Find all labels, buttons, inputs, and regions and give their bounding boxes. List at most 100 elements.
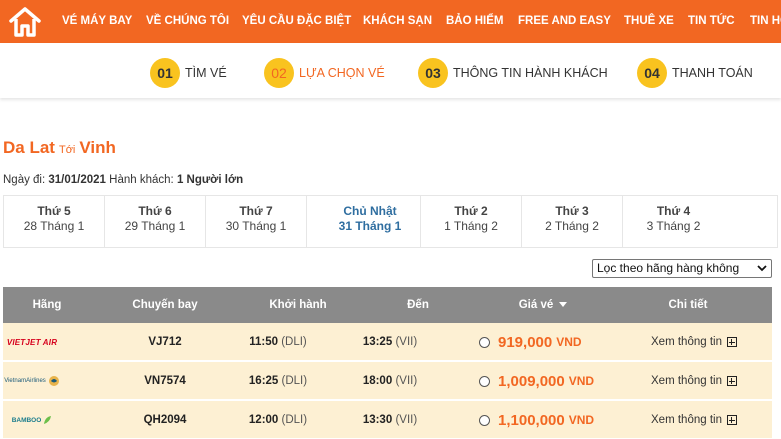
nav-item-news[interactable]: TIN TỨC	[688, 0, 735, 43]
step-number: 02	[264, 58, 294, 88]
view-details-link[interactable]: Xem thông tin	[639, 362, 749, 400]
departure-hour: 11:50	[249, 336, 278, 348]
fare-currency: VND	[556, 335, 582, 349]
nav-item-car-rental[interactable]: THUÊ XE	[624, 0, 674, 43]
airline-logo-text: VietnamAirlines	[4, 378, 46, 384]
date-option[interactable]: Thứ 4 3 Tháng 2	[623, 196, 724, 247]
route-origin: Da Lat	[3, 138, 55, 157]
nav-item-flights[interactable]: VÉ MÁY BAY	[62, 0, 132, 43]
step-number: 04	[637, 58, 667, 88]
fare-price: 1,009,000	[498, 372, 565, 390]
table-row[interactable]: VIETJET AIR VJ712 11:50 (DLI) 13:25 (VII…	[3, 323, 772, 361]
departure-hour: 12:00	[248, 414, 279, 426]
expand-plus-icon	[726, 337, 737, 347]
step-number: 03	[418, 58, 448, 88]
select-fare-radio[interactable]	[479, 414, 490, 426]
price-cell: 1,009,000 VND	[471, 362, 611, 400]
departure-hour: 16:25	[248, 375, 279, 387]
date-date: 30 Tháng 1	[225, 219, 287, 233]
step-label: THÔNG TIN HÀNH KHÁCH	[453, 66, 608, 80]
airline-logo: VIETJET AIR	[3, 323, 61, 361]
arrival-code: (VII)	[395, 336, 418, 348]
departure-date: 31/01/2021	[48, 174, 106, 186]
departure-date-label: Ngày đi:	[3, 174, 46, 186]
nav-item-about[interactable]: VỀ CHÚNG TÔI	[146, 0, 229, 43]
date-option[interactable]: Thứ 5 28 Tháng 1	[4, 196, 105, 247]
date-selector: Thứ 5 28 Tháng 1 Thứ 6 29 Tháng 1 Thứ 7 …	[3, 195, 778, 248]
home-icon	[9, 6, 41, 37]
date-day: Thứ 4	[656, 204, 691, 218]
price-cell: 919,000 VND	[471, 323, 611, 361]
route-title: Da Lat Tới Vinh	[3, 138, 116, 158]
date-option[interactable]: Thứ 6 29 Tháng 1	[105, 196, 206, 247]
view-details-link[interactable]: Xem thông tin	[639, 401, 749, 439]
date-day: Thứ 5	[37, 204, 71, 218]
departure-time: 11:50 (DLI)	[235, 323, 321, 361]
airline-filter-select[interactable]: Lọc theo hãng hàng không	[592, 259, 772, 278]
fare-currency: VND	[568, 374, 595, 388]
date-day: Thứ 3	[555, 204, 589, 218]
top-nav: VÉ MÁY BAY VỀ CHÚNG TÔI YÊU CẦU ĐẶC BIỆT…	[0, 0, 781, 43]
header-arrival: Đến	[407, 299, 429, 311]
route-destination: Vinh	[79, 138, 116, 157]
step-payment: 04 THANH TOÁN	[637, 58, 753, 88]
view-details-link[interactable]: Xem thông tin	[639, 323, 749, 361]
view-details-label: Xem thông tin	[651, 414, 722, 426]
nav-item-insurance[interactable]: BẢO HIỂM	[446, 0, 504, 43]
home-button[interactable]	[0, 0, 50, 43]
arrival-hour: 18:00	[362, 375, 393, 387]
step-label: THANH TOÁN	[672, 66, 753, 80]
header-details: Chi tiết	[668, 299, 708, 311]
step-label: TÌM VÉ	[185, 66, 227, 80]
date-option[interactable]: Thứ 2 1 Tháng 2	[421, 196, 522, 247]
select-fare-radio[interactable]	[479, 375, 490, 387]
table-row[interactable]: VietnamAirlines VN7574 16:25 (DLI) 18:00…	[3, 362, 772, 400]
header-price[interactable]: Giá vé	[489, 287, 597, 323]
date-day: Thứ 7	[239, 204, 273, 218]
date-date: 3 Tháng 2	[646, 219, 701, 233]
nav-item-free-and-easy[interactable]: FREE AND EASY	[518, 0, 611, 43]
results-table-header: Hãng Chuyến bay Khởi hành Đến Giá vé Chi…	[3, 287, 772, 323]
date-date: 28 Tháng 1	[23, 219, 85, 233]
step-passenger-info: 03 THÔNG TIN HÀNH KHÁCH	[418, 58, 608, 88]
date-day: Thứ 6	[138, 204, 172, 218]
date-date: 29 Tháng 1	[124, 219, 186, 233]
arrival-hour: 13:25	[362, 336, 393, 348]
step-number: 01	[150, 58, 180, 88]
arrival-code: (VII)	[395, 414, 418, 426]
table-row[interactable]: BAMBOO QH2094 12:00 (DLI) 13:30 (VII) 1,…	[3, 401, 772, 439]
view-details-label: Xem thông tin	[651, 336, 722, 348]
date-option-selected[interactable]: Chủ Nhật 31 Tháng 1	[320, 196, 421, 247]
arrival-time: 13:30 (VII)	[347, 401, 433, 439]
date-date: 31 Tháng 1	[338, 219, 402, 233]
header-airline: Hãng	[32, 299, 62, 311]
lotus-logo-icon	[48, 376, 59, 386]
date-date: 1 Tháng 2	[444, 219, 498, 233]
airline-logo: VietnamAirlines	[3, 362, 61, 400]
price-cell: 1,100,000 VND	[471, 401, 611, 439]
arrival-time: 13:25 (VII)	[347, 323, 433, 361]
booking-steps: 01 TÌM VÉ 02 LỰA CHỌN VÉ 03 THÔNG TIN HÀ…	[0, 43, 781, 98]
sort-desc-icon	[559, 302, 568, 308]
date-option[interactable]: Thứ 7 30 Tháng 1	[206, 196, 307, 247]
flight-number: QH2094	[143, 414, 187, 426]
departure-code: (DLI)	[281, 375, 308, 387]
departure-time: 12:00 (DLI)	[235, 401, 321, 439]
select-fare-radio[interactable]	[479, 336, 490, 348]
header-price-label: Giá vé	[518, 299, 554, 311]
trip-info: Ngày đi: 31/01/2021 Hành khách: 1 Người …	[3, 174, 243, 186]
departure-time: 16:25 (DLI)	[235, 362, 321, 400]
flight-number: VJ712	[148, 336, 182, 348]
fare-price: 919,000	[498, 333, 553, 351]
departure-code: (DLI)	[281, 414, 308, 426]
date-day: Thứ 2	[454, 204, 488, 218]
bamboo-leaf-icon	[44, 416, 52, 424]
airline-logo: BAMBOO	[3, 401, 61, 439]
nav-item-hotels[interactable]: KHÁCH SẠN	[363, 0, 432, 43]
date-option[interactable]: Thứ 3 2 Tháng 2	[522, 196, 623, 247]
view-details-label: Xem thông tin	[651, 375, 722, 387]
airline-logo-text: BAMBOO	[11, 416, 42, 424]
nav-item-special-requests[interactable]: YÊU CẦU ĐẶC BIỆT	[242, 0, 351, 43]
passengers-count: 1 Người lớn	[176, 174, 244, 186]
nav-item-truncated[interactable]: TIN HỘ	[750, 0, 781, 43]
